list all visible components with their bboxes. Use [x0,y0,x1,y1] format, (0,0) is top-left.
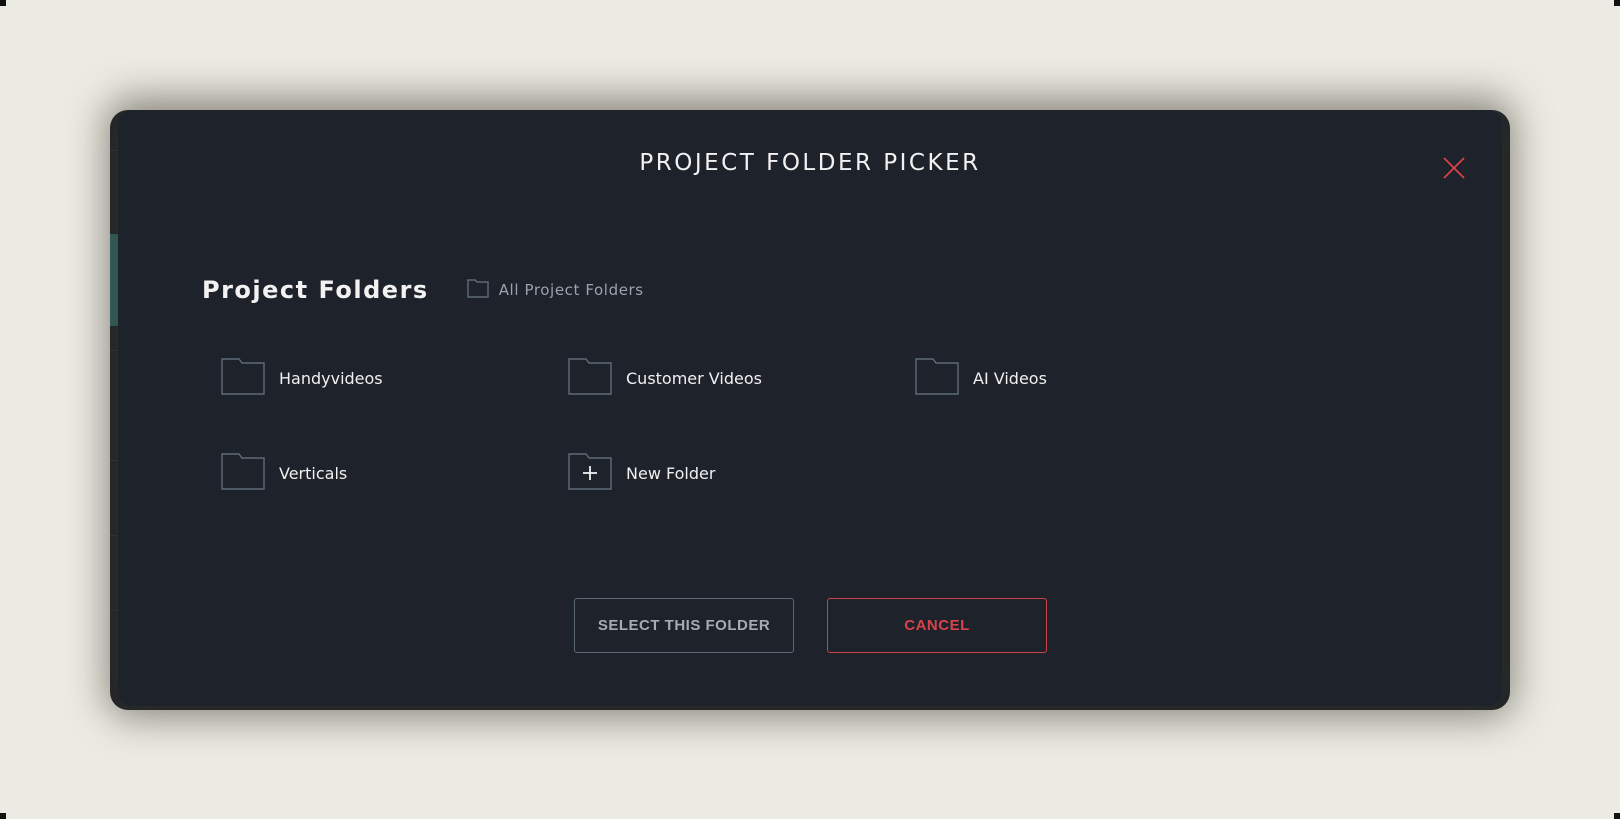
folder-plus-icon [568,452,612,495]
breadcrumb-label: All Project Folders [498,281,644,299]
folder-icon [568,357,612,400]
corner-mark [1614,0,1620,6]
folder-icon [915,357,959,400]
section-header: Project Folders All Project Folders [202,276,644,304]
section-title: Project Folders [202,276,429,304]
folder-label: New Folder [626,464,716,483]
corner-mark [0,813,6,819]
folder-item-verticals[interactable]: Verticals [221,452,347,495]
folder-item-customer-videos[interactable]: Customer Videos [568,357,762,400]
folder-label: AI Videos [973,369,1047,388]
folder-icon [221,452,265,495]
breadcrumb-all-folders[interactable]: All Project Folders [466,278,644,303]
corner-mark [0,0,6,6]
new-folder-button[interactable]: New Folder [568,452,715,495]
folder-label: Handyvideos [279,369,383,388]
folder-item-handyvideos[interactable]: Handyvideos [221,357,383,400]
modal-title: PROJECT FOLDER PICKER [639,150,981,176]
folder-icon [466,278,489,303]
folder-icon [221,357,265,400]
folder-label: Customer Videos [626,369,762,388]
folder-item-ai-videos[interactable]: AI Videos [915,357,1047,400]
corner-mark [1614,813,1620,819]
select-this-folder-button[interactable]: SELECT THIS FOLDER [574,598,794,653]
folder-picker-modal: PROJECT FOLDER PICKER Project Folders Al… [118,110,1502,706]
folder-label: Verticals [279,464,348,483]
close-icon[interactable] [1440,154,1468,182]
cancel-button[interactable]: CANCEL [827,598,1047,653]
